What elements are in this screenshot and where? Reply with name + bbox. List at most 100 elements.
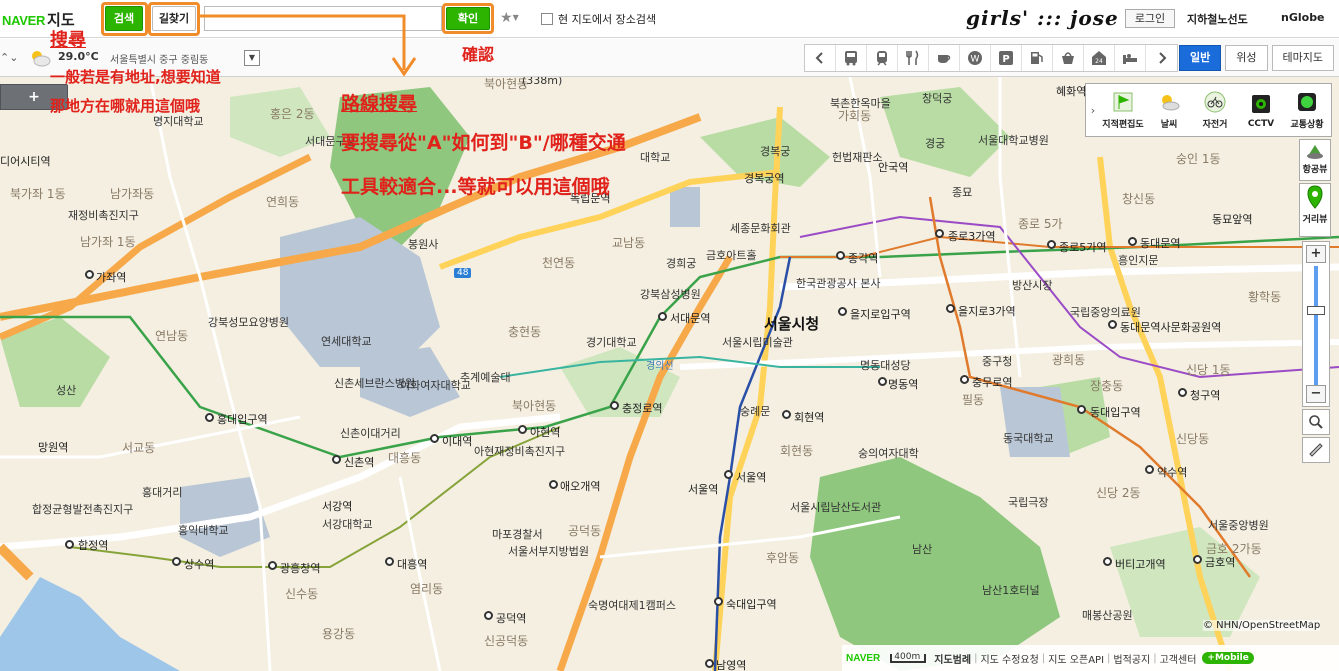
aerial-view-button[interactable]: 항공뷰: [1299, 139, 1331, 181]
station-marker[interactable]: [1145, 465, 1154, 474]
layer-cctv[interactable]: CCTV: [1238, 92, 1284, 129]
footer-link-legend[interactable]: 지도범례: [934, 651, 971, 666]
footer-link-open-api[interactable]: 지도 오픈API: [1048, 651, 1104, 666]
map-label: 국립극장: [1008, 496, 1049, 509]
station-marker[interactable]: [65, 540, 74, 549]
station-marker[interactable]: [1077, 405, 1086, 414]
prev-arrow-icon[interactable]: [805, 45, 836, 71]
map-label: 후암동: [766, 551, 800, 565]
layer-weather[interactable]: 날씨: [1146, 90, 1192, 130]
station-marker[interactable]: [549, 480, 558, 489]
station-marker[interactable]: [838, 307, 847, 316]
footer-link-support[interactable]: 고객센터: [1160, 651, 1197, 666]
station-marker[interactable]: [946, 304, 955, 313]
station-marker[interactable]: [205, 413, 214, 422]
station-marker[interactable]: [658, 312, 667, 321]
station-marker[interactable]: [85, 270, 94, 279]
station-marker[interactable]: [1178, 388, 1187, 397]
station-marker[interactable]: [518, 425, 527, 434]
elevation-label: (338m): [522, 77, 563, 87]
chevron-right-icon[interactable]: ›: [1086, 104, 1100, 117]
map-label: 이대역: [442, 435, 473, 448]
nearby-search-checkbox[interactable]: [541, 13, 553, 25]
station-marker[interactable]: [268, 561, 277, 570]
station-marker[interactable]: [836, 251, 845, 260]
gas-station-icon[interactable]: [1022, 45, 1053, 71]
map-base-layer: [0, 77, 1339, 671]
map-label: 재정비촉진지구: [68, 209, 139, 222]
mobile-button[interactable]: +Mobile: [1202, 652, 1254, 664]
zoom-slider-track[interactable]: [1314, 266, 1318, 386]
parking-icon[interactable]: P: [991, 45, 1022, 71]
cafe-icon[interactable]: [929, 45, 960, 71]
zoom-in-button[interactable]: +: [1306, 245, 1326, 263]
station-marker[interactable]: [430, 434, 439, 443]
nearby-search-option[interactable]: 현 지도에서 장소검색: [541, 11, 656, 27]
station-marker[interactable]: [705, 659, 714, 668]
map-label: 충현동: [508, 325, 542, 339]
station-marker[interactable]: [1047, 240, 1056, 249]
zoom-out-button[interactable]: −: [1306, 385, 1326, 403]
footer-naver-logo: NAVER: [846, 652, 881, 664]
station-marker[interactable]: [714, 597, 723, 606]
street-view-button[interactable]: 거리뷰: [1299, 183, 1331, 237]
street-view-label: 거리뷰: [1302, 215, 1328, 225]
tab-theme-map[interactable]: 테마지도: [1271, 45, 1334, 71]
layer-panel: › 지적편집도 날씨 자전거 CCTV 교통상황: [1085, 83, 1332, 137]
station-marker[interactable]: [610, 401, 619, 410]
shopping-icon[interactable]: [1053, 45, 1084, 71]
tab-satellite[interactable]: 위성: [1225, 45, 1268, 71]
subway-icon[interactable]: [867, 45, 898, 71]
restaurant-icon[interactable]: [898, 45, 929, 71]
station-marker[interactable]: [724, 470, 733, 479]
station-marker[interactable]: [1193, 555, 1202, 564]
hotel-icon[interactable]: [1115, 45, 1146, 71]
footer-link-legal[interactable]: 법적공지: [1113, 651, 1150, 666]
footer-link-edit-request[interactable]: 지도 수정요청: [980, 651, 1038, 666]
station-marker[interactable]: [1103, 557, 1112, 566]
bank-icon[interactable]: W: [960, 45, 991, 71]
map-label: 종묘: [952, 186, 973, 199]
favorites-button[interactable]: ★▼: [500, 9, 528, 29]
convenience-store-icon[interactable]: 24: [1084, 45, 1115, 71]
magnifier-button[interactable]: [1302, 409, 1330, 435]
map-label: 서울시립남산도서관: [790, 501, 882, 514]
station-marker[interactable]: [484, 611, 493, 620]
map-label: 동국대학교: [1003, 432, 1054, 445]
station-marker[interactable]: [385, 557, 394, 566]
map-label: 서울역: [688, 483, 719, 496]
ruler-button[interactable]: [1302, 437, 1330, 463]
layer-cadastral[interactable]: 지적편집도: [1100, 90, 1146, 130]
tab-normal[interactable]: 일반: [1179, 45, 1222, 71]
map-label: 숭례문: [740, 405, 771, 418]
map-label: 동대입구역: [1090, 406, 1141, 419]
layer-label: CCTV: [1247, 118, 1275, 129]
layer-traffic[interactable]: 교통상황: [1284, 90, 1330, 130]
station-marker[interactable]: [1108, 320, 1117, 329]
station-marker[interactable]: [332, 455, 341, 464]
map-label: 가좌역: [96, 271, 127, 284]
station-marker[interactable]: [172, 557, 181, 566]
station-marker[interactable]: [878, 377, 887, 386]
map-label: 청구역: [1190, 389, 1221, 402]
svg-text:W: W: [971, 55, 980, 65]
map-label: 황학동: [1248, 290, 1282, 304]
nglobe-link[interactable]: nGlobe: [1281, 11, 1325, 24]
map-label: 공덕역: [496, 612, 527, 625]
map-canvas[interactable]: 북아현동 혜화역 명지대학교 홍은 2동 서대문구청 북촌한옥마을 창덕궁 가회…: [0, 77, 1339, 671]
map-label: 신수동: [285, 587, 319, 601]
login-button[interactable]: 로그인: [1125, 9, 1175, 28]
subway-map-link[interactable]: 지하철노선도: [1187, 11, 1248, 27]
station-marker[interactable]: [960, 375, 969, 384]
bus-icon[interactable]: [836, 45, 867, 71]
station-marker[interactable]: [935, 229, 944, 238]
next-arrow-icon[interactable]: [1146, 45, 1177, 71]
map-label: 동묘앞역: [1212, 213, 1253, 226]
station-marker[interactable]: [1128, 237, 1137, 246]
zoom-slider-handle[interactable]: [1307, 306, 1325, 315]
map-label: 신당동: [1176, 432, 1210, 446]
map-label: 을지로입구역: [850, 308, 911, 321]
chevron-down-icon: ▼: [512, 13, 519, 22]
layer-bicycle[interactable]: 자전거: [1192, 90, 1238, 130]
station-marker[interactable]: [782, 410, 791, 419]
